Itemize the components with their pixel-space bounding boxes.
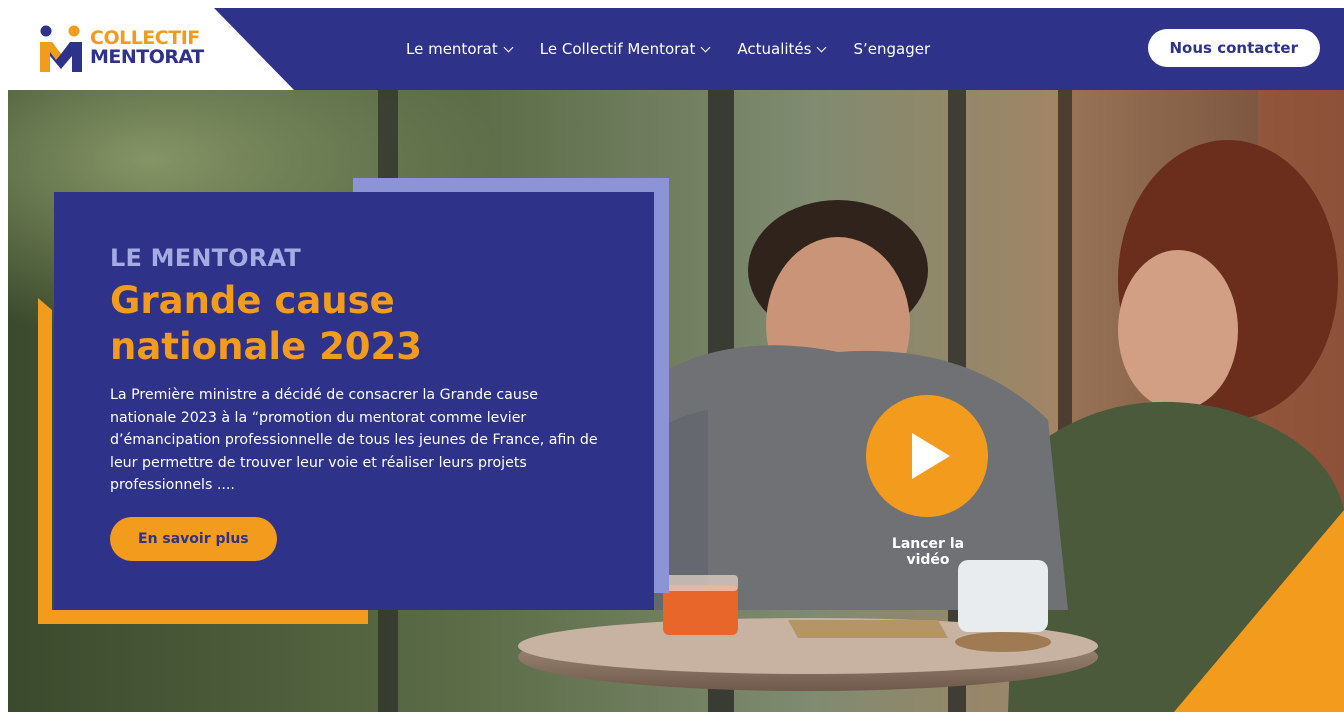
logo[interactable]: COLLECTIF MENTORAT <box>8 8 294 90</box>
hero-kicker: LE MENTORAT <box>110 244 301 272</box>
nav-item-sengager[interactable]: S’engager <box>853 40 930 58</box>
play-icon <box>912 433 950 479</box>
learn-more-button[interactable]: En savoir plus <box>110 516 277 561</box>
hero-title-line-1: Grande cause <box>110 279 395 322</box>
logo-mark-icon <box>40 25 82 72</box>
site-header: COLLECTIF MENTORAT Le mentorat Le Collec… <box>8 8 1344 90</box>
hero-section: LE MENTORAT Grande cause nationale 2023 … <box>8 90 1344 712</box>
contact-button[interactable]: Nous contacter <box>1147 29 1320 67</box>
hero-title: Grande cause nationale 2023 <box>110 278 598 370</box>
main-nav: Le mentorat Le Collectif Mentorat Actual… <box>406 8 930 90</box>
hero-title-line-2: nationale 2023 <box>110 325 423 368</box>
chevron-down-icon <box>503 42 514 52</box>
nav-item-label: Le mentorat <box>406 40 498 58</box>
nav-item-le-mentorat[interactable]: Le mentorat <box>406 40 514 58</box>
play-video-button[interactable] <box>866 395 988 517</box>
nav-item-label: Actualités <box>737 40 812 58</box>
hero-card: LE MENTORAT Grande cause nationale 2023 … <box>54 192 654 610</box>
nav-item-actualites[interactable]: Actualités <box>737 40 827 58</box>
chevron-down-icon <box>817 42 827 52</box>
nav-item-label: Le Collectif Mentorat <box>539 40 696 58</box>
nav-item-collectif-mentorat[interactable]: Le Collectif Mentorat <box>539 40 711 58</box>
page-frame: COLLECTIF MENTORAT Le mentorat Le Collec… <box>8 8 1344 712</box>
play-video-label[interactable]: Lancer la vidéo <box>868 536 988 568</box>
logo-line-2: MENTORAT <box>90 46 204 68</box>
nav-item-label: S’engager <box>853 40 931 58</box>
chevron-down-icon <box>700 42 711 52</box>
logo-wordmark: COLLECTIF MENTORAT <box>90 29 204 67</box>
hero-description: La Première ministre a décidé de consacr… <box>110 387 598 494</box>
